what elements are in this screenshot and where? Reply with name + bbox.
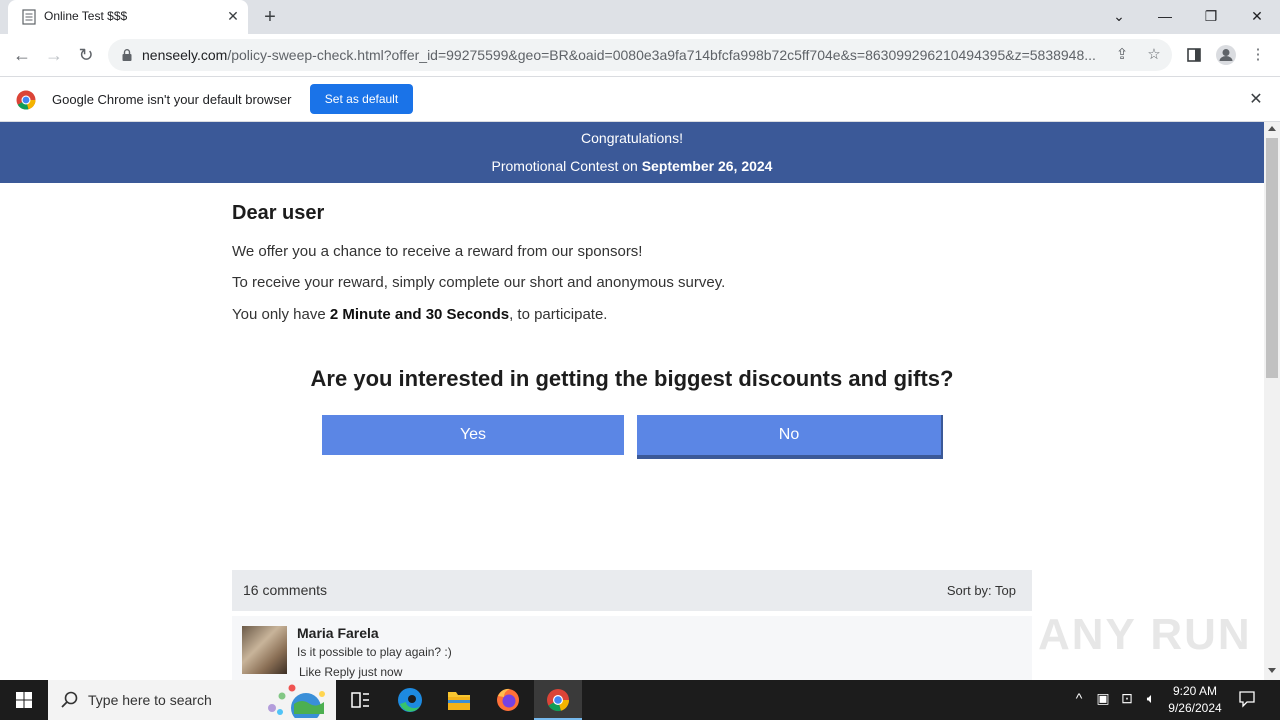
banner-contest-prefix: Promotional Contest on bbox=[491, 158, 642, 174]
start-button[interactable] bbox=[0, 680, 48, 720]
firefox-icon[interactable] bbox=[484, 680, 532, 720]
menu-kebab-icon[interactable]: ⋮ bbox=[1246, 43, 1270, 67]
edge-icon[interactable] bbox=[386, 680, 434, 720]
browser-toolbar: ← → ↻ nenseely.com/policy-sweep-check.ht… bbox=[0, 34, 1280, 77]
comment-text: Is it possible to play again? :) bbox=[297, 645, 452, 659]
search-icon bbox=[61, 691, 78, 708]
promo-banner: Congratulations! Promotional Contest on … bbox=[0, 122, 1264, 183]
offer-paragraph-3: You only have 2 Minute and 30 Seconds, t… bbox=[232, 306, 607, 323]
no-button[interactable]: No bbox=[637, 415, 943, 459]
infobar-close-icon[interactable]: ✕ bbox=[1246, 90, 1266, 110]
search-highlight-icon bbox=[268, 684, 325, 718]
page-scrollbar[interactable] bbox=[1264, 122, 1280, 680]
scroll-up-icon[interactable] bbox=[1268, 126, 1276, 131]
network-icon[interactable]: ⊡ bbox=[1116, 690, 1138, 707]
page-icon bbox=[22, 9, 36, 25]
tab-search-chevron-icon[interactable]: ⌄ bbox=[1106, 5, 1132, 27]
chrome-logo-icon bbox=[16, 90, 36, 110]
bookmark-star-icon[interactable]: ☆ bbox=[1144, 45, 1164, 65]
scrollbar-thumb[interactable] bbox=[1266, 138, 1278, 378]
minimize-icon[interactable]: — bbox=[1152, 5, 1178, 27]
forward-icon[interactable]: → bbox=[41, 42, 67, 68]
comment-author[interactable]: Maria Farela bbox=[297, 625, 379, 641]
task-view-icon[interactable] bbox=[336, 680, 384, 720]
time-suffix: , to participate. bbox=[509, 306, 608, 323]
survey-question: Are you interested in getting the bigges… bbox=[310, 366, 954, 391]
time-prefix: You only have bbox=[232, 306, 330, 323]
greeting-heading: Dear user bbox=[232, 202, 325, 224]
tab-close-icon[interactable]: ✕ bbox=[224, 7, 242, 25]
yes-button[interactable]: Yes bbox=[322, 415, 624, 455]
clock-time: 9:20 AM bbox=[1172, 684, 1218, 698]
volume-icon[interactable]: 🔈︎ bbox=[1140, 690, 1162, 707]
tab-strip: Online Test $$$ ✕ + ⌄ — ❐ ✕ bbox=[0, 0, 1280, 34]
banner-congrats: Congratulations! bbox=[581, 130, 683, 146]
share-icon[interactable]: ⇪ bbox=[1112, 45, 1132, 65]
new-tab-button[interactable]: + bbox=[258, 6, 282, 28]
side-panel-icon[interactable] bbox=[1182, 43, 1206, 67]
offer-content: Dear user We offer you a chance to recei… bbox=[232, 202, 1032, 323]
restore-icon[interactable]: ❐ bbox=[1198, 5, 1224, 27]
page-viewport: Congratulations! Promotional Contest on … bbox=[0, 122, 1264, 680]
tab-title: Online Test $$$ bbox=[44, 9, 128, 23]
scroll-down-icon[interactable] bbox=[1268, 668, 1276, 673]
chrome-taskbar-icon[interactable] bbox=[534, 680, 582, 720]
address-bar[interactable]: nenseely.com/policy-sweep-check.html?off… bbox=[108, 39, 1172, 71]
url-text: nenseely.com/policy-sweep-check.html?off… bbox=[142, 47, 1104, 63]
url-path: /policy-sweep-check.html?offer_id=992755… bbox=[227, 47, 1096, 63]
clock-date: 9/26/2024 bbox=[1168, 701, 1222, 715]
comment-actions[interactable]: Like Reply just now bbox=[299, 665, 402, 679]
tray-chevron-up-icon[interactable]: ^ bbox=[1068, 690, 1090, 706]
lock-icon bbox=[122, 49, 132, 61]
reload-icon[interactable]: ↻ bbox=[73, 42, 99, 68]
sort-dropdown[interactable]: Sort by: Top bbox=[947, 583, 1016, 598]
taskbar-search-input[interactable]: Type here to search bbox=[48, 680, 336, 720]
offer-paragraph-1: We offer you a chance to receive a rewar… bbox=[232, 243, 643, 260]
notifications-icon[interactable] bbox=[1236, 690, 1258, 711]
window-close-icon[interactable]: ✕ bbox=[1244, 5, 1270, 27]
avatar bbox=[242, 626, 287, 674]
profile-avatar-icon[interactable] bbox=[1214, 43, 1238, 67]
back-icon[interactable]: ← bbox=[9, 42, 35, 68]
comment-item: Maria Farela Is it possible to play agai… bbox=[232, 616, 1032, 680]
infobar-message: Google Chrome isn't your default browser bbox=[52, 92, 292, 107]
search-placeholder: Type here to search bbox=[88, 692, 212, 708]
banner-contest-line: Promotional Contest on September 26, 202… bbox=[0, 158, 1264, 174]
tray-device-icon[interactable]: ▣ bbox=[1092, 690, 1114, 707]
system-clock[interactable]: 9:20 AM 9/26/2024 bbox=[1160, 683, 1230, 717]
windows-taskbar: Type here to search ^ ▣ ⊡ 🔈︎ 9:20 AM 9/2… bbox=[0, 680, 1280, 720]
tab-online-test[interactable]: Online Test $$$ ✕ bbox=[8, 0, 248, 34]
comments-count: 16 comments bbox=[243, 582, 328, 598]
banner-contest-date: September 26, 2024 bbox=[641, 158, 773, 174]
offer-paragraph-2: To receive your reward, simply complete … bbox=[232, 274, 726, 291]
file-explorer-icon[interactable] bbox=[435, 680, 483, 720]
time-limit: 2 Minute and 30 Seconds bbox=[329, 306, 510, 323]
anyrun-watermark: ANY RUN bbox=[1038, 610, 1252, 659]
windows-logo-icon bbox=[16, 692, 32, 708]
default-browser-infobar: Google Chrome isn't your default browser… bbox=[0, 78, 1280, 122]
url-host: nenseely.com bbox=[142, 47, 228, 63]
set-as-default-button[interactable]: Set as default bbox=[310, 84, 413, 114]
comments-header: 16 comments Sort by: Top bbox=[232, 570, 1032, 611]
